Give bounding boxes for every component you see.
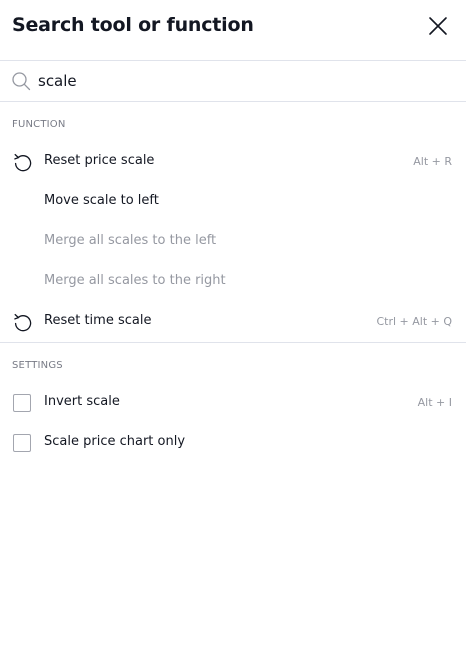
settings-item-label: Scale price chart only	[44, 434, 186, 449]
settings-item-invert-scale[interactable]: Invert scale Alt + I	[0, 383, 466, 423]
shortcut-hint: Alt + R	[413, 155, 452, 168]
reset-icon	[12, 311, 34, 333]
close-icon	[429, 17, 447, 35]
section-divider	[0, 342, 466, 343]
function-item-merge-scales-right[interactable]: Merge all scales to the right	[0, 262, 466, 302]
function-item-label: Move scale to left	[44, 193, 159, 208]
function-item-label: Merge all scales to the left	[44, 233, 217, 248]
shortcut-hint: Ctrl + Alt + Q	[376, 315, 452, 328]
function-item-label: Reset time scale	[44, 313, 152, 328]
section-label-settings: SETTINGS	[12, 360, 63, 371]
function-item-merge-scales-left[interactable]: Merge all scales to the left	[0, 222, 466, 262]
function-item-label: Reset price scale	[44, 153, 155, 168]
shortcut-hint: Alt + I	[417, 396, 452, 409]
function-item-move-scale-left[interactable]: Move scale to left	[0, 182, 466, 222]
settings-item-scale-price-chart-only[interactable]: Scale price chart only	[0, 423, 466, 463]
section-label-function: FUNCTION	[12, 119, 66, 130]
function-item-reset-time-scale[interactable]: Reset time scale Ctrl + Alt + Q	[0, 302, 466, 342]
invert-scale-checkbox[interactable]	[13, 394, 31, 412]
search-icon	[12, 72, 31, 91]
reset-icon	[12, 151, 34, 173]
scale-price-chart-only-checkbox[interactable]	[13, 434, 31, 452]
dialog-title: Search tool or function	[12, 14, 254, 36]
dialog-header: Search tool or function	[0, 0, 466, 60]
close-button[interactable]	[424, 12, 452, 40]
search-bar	[0, 60, 466, 102]
search-dialog: Search tool or function FUNCTION Reset p…	[0, 0, 466, 662]
function-item-label: Merge all scales to the right	[44, 273, 226, 288]
function-item-reset-price-scale[interactable]: Reset price scale Alt + R	[0, 142, 466, 182]
search-input[interactable]	[38, 69, 448, 93]
settings-item-label: Invert scale	[44, 394, 120, 409]
